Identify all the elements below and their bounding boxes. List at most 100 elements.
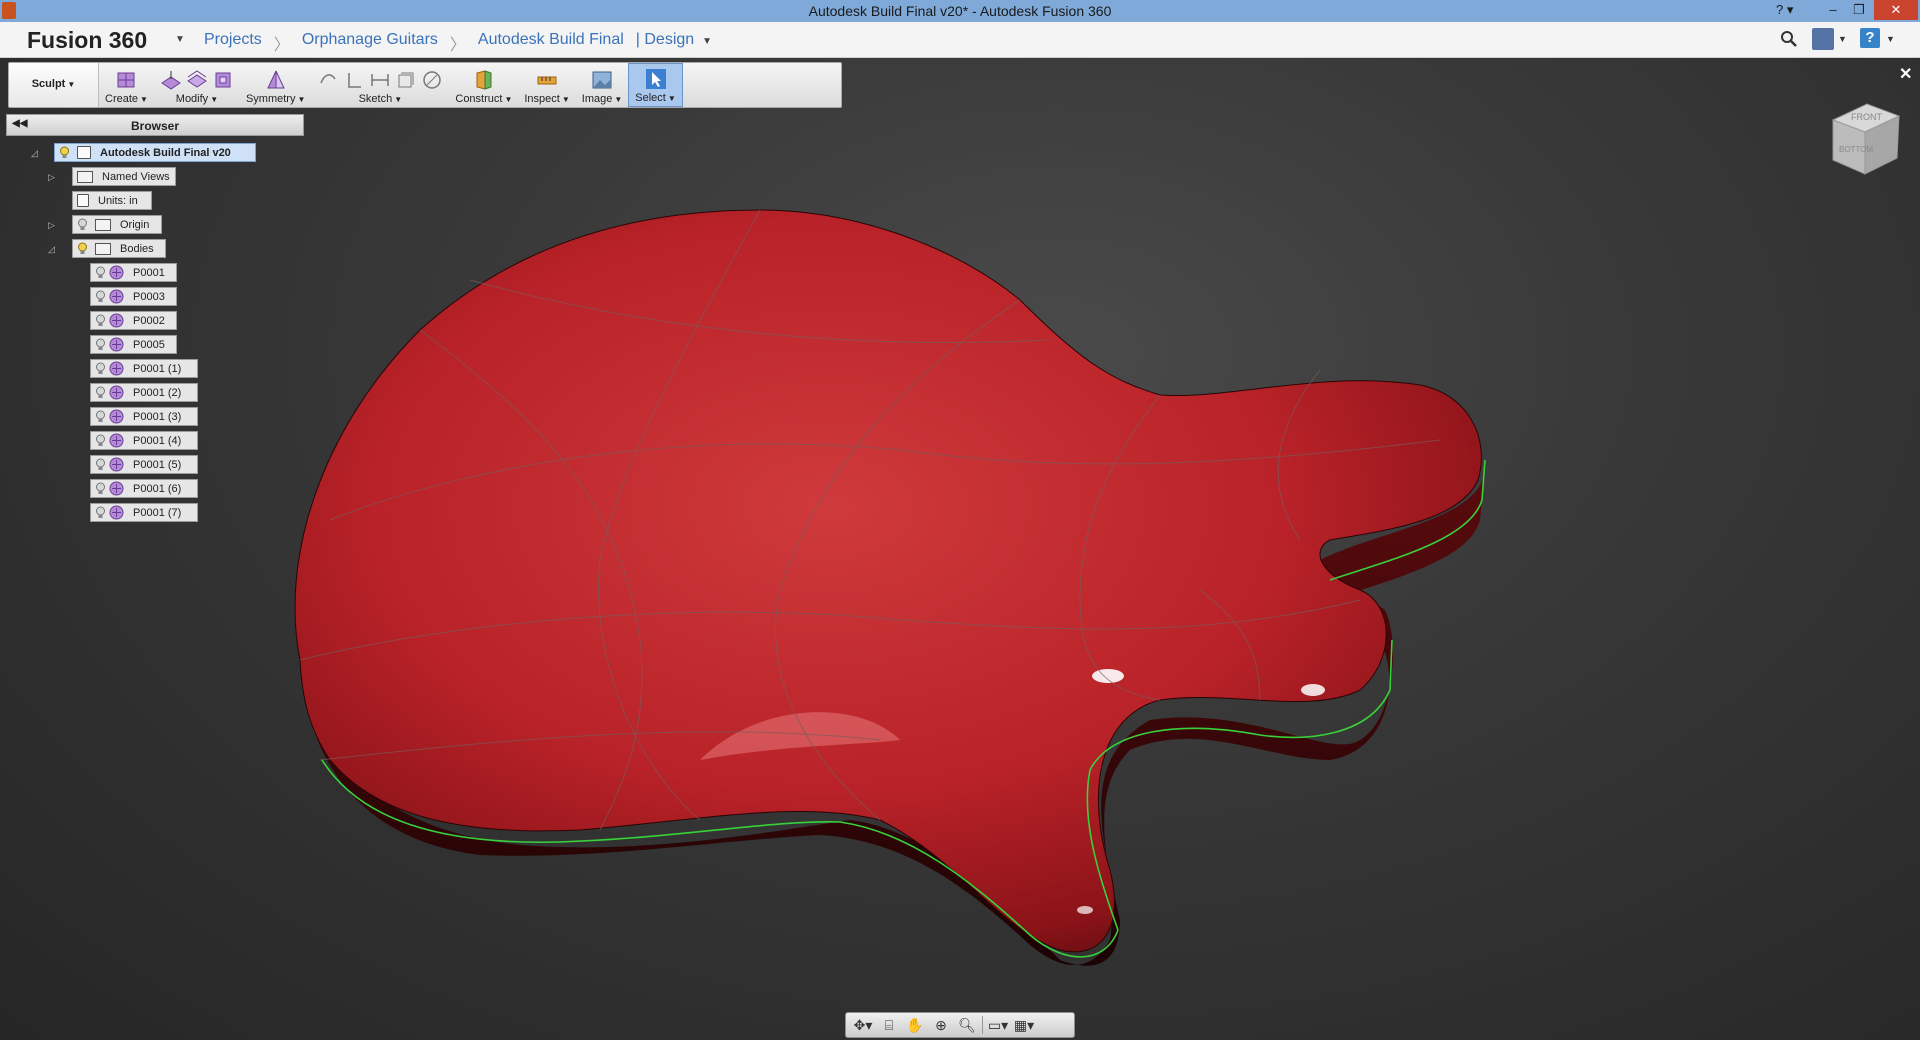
- viewcube-bottom-label: BOTTOM: [1839, 145, 1873, 154]
- guitar-body-model[interactable]: [0, 58, 1920, 1040]
- fit-icon[interactable]: 🔍︎: [956, 1017, 978, 1034]
- sketch-menu[interactable]: Sketch ▼: [311, 63, 449, 107]
- inspect-menu[interactable]: Inspect ▼: [518, 63, 575, 107]
- body-item-label: P0001 (6): [133, 482, 182, 495]
- look-at-icon[interactable]: ⌸: [878, 1017, 900, 1034]
- body-item-label: P0001 (7): [133, 506, 182, 519]
- data-panel-toggle[interactable]: ▼: [175, 34, 185, 45]
- tspline-body-icon: [109, 433, 124, 448]
- body-item[interactable]: P0001 (5): [90, 455, 198, 474]
- visibility-bulb-icon[interactable]: [77, 218, 88, 231]
- create-menu[interactable]: Create ▼: [99, 63, 154, 107]
- visibility-bulb-icon[interactable]: [95, 266, 106, 279]
- viewcube[interactable]: FRONT BOTTOM: [1825, 100, 1905, 180]
- tree-node-origin[interactable]: Origin: [72, 215, 162, 234]
- body-item[interactable]: P0001 (3): [90, 407, 198, 426]
- breadcrumb-document[interactable]: Autodesk Build Final: [478, 31, 624, 55]
- visibility-bulb-icon[interactable]: [95, 482, 106, 495]
- subdivide-icon: [215, 72, 231, 88]
- tspline-body-icon: [109, 265, 124, 280]
- tspline-body-icon: [109, 361, 124, 376]
- chevron-down-icon[interactable]: ▼: [1838, 34, 1847, 44]
- expand-named-views-icon[interactable]: ▷: [48, 172, 55, 183]
- visibility-bulb-icon[interactable]: [95, 314, 106, 327]
- breadcrumb-workspace[interactable]: | Design: [636, 31, 694, 55]
- title-help-button[interactable]: ? ▾: [1776, 2, 1793, 18]
- tree-node-units[interactable]: Units: in: [72, 191, 152, 210]
- expand-root-icon[interactable]: ◿: [31, 148, 38, 159]
- breadcrumb-project[interactable]: Orphanage Guitars: [302, 31, 438, 55]
- breadcrumb-projects[interactable]: Projects: [204, 31, 262, 55]
- chevron-down-icon[interactable]: ▼: [702, 36, 712, 55]
- body-item-label: P0001 (3): [133, 410, 182, 423]
- visibility-bulb-icon[interactable]: [95, 338, 106, 351]
- browser-title: Browser: [130, 119, 180, 133]
- body-item[interactable]: P0001 (4): [90, 431, 198, 450]
- chevron-down-icon[interactable]: ▼: [1886, 34, 1895, 44]
- body-item[interactable]: P0001: [90, 263, 177, 282]
- body-item[interactable]: P0001 (1): [90, 359, 198, 378]
- select-menu[interactable]: Select ▼: [628, 63, 683, 107]
- visibility-bulb-icon[interactable]: [95, 458, 106, 471]
- viewcube-front-label: FRONT: [1851, 112, 1882, 122]
- construct-menu[interactable]: Construct ▼: [449, 63, 518, 107]
- visibility-bulb-icon[interactable]: [95, 290, 106, 303]
- modify-menu[interactable]: Modify ▼: [154, 63, 240, 107]
- edit-form-icon: [161, 71, 181, 90]
- tree-node-bodies[interactable]: Bodies: [72, 239, 166, 258]
- visibility-bulb-icon[interactable]: [95, 506, 106, 519]
- document-settings-icon: [77, 194, 89, 207]
- search-icon[interactable]: [1780, 30, 1798, 48]
- close-window-button[interactable]: ✕: [1874, 0, 1918, 20]
- body-item-label: P0002: [133, 314, 165, 327]
- visibility-bulb-icon[interactable]: [95, 386, 106, 399]
- body-item[interactable]: P0002: [90, 311, 177, 330]
- tree-root-document[interactable]: Autodesk Build Final v20: [54, 143, 256, 162]
- image-menu[interactable]: Image ▼: [576, 63, 629, 107]
- restore-button[interactable]: ❐: [1846, 0, 1872, 20]
- user-avatar[interactable]: [1812, 28, 1834, 50]
- orbit-icon[interactable]: ✥▾: [852, 1017, 874, 1034]
- body-item-label: P0001: [133, 266, 165, 279]
- body-item[interactable]: P0001 (6): [90, 479, 198, 498]
- visibility-bulb-icon[interactable]: [95, 362, 106, 375]
- body-item-label: P0001 (5): [133, 458, 182, 471]
- visibility-bulb-icon[interactable]: [95, 410, 106, 423]
- body-item[interactable]: P0003: [90, 287, 177, 306]
- tspline-body-icon: [109, 385, 124, 400]
- sketch-dimension-icon: [371, 74, 390, 86]
- measure-icon: [537, 76, 557, 85]
- tree-node-named-views[interactable]: Named Views: [72, 167, 176, 186]
- cursor-icon: [645, 69, 666, 89]
- collapse-bodies-icon[interactable]: ◿: [48, 244, 55, 255]
- expand-origin-icon[interactable]: ▷: [48, 220, 55, 231]
- breadcrumb-separator-icon: 〉: [273, 37, 290, 54]
- pan-icon[interactable]: ✋: [904, 1017, 926, 1034]
- grid-settings-icon[interactable]: ▦▾: [1013, 1017, 1035, 1034]
- visibility-bulb-icon[interactable]: [59, 146, 70, 159]
- help-icon[interactable]: ?: [1860, 28, 1880, 48]
- component-icon: [77, 146, 91, 159]
- folder-icon: [77, 170, 93, 183]
- 3d-viewport[interactable]: [0, 58, 1920, 1040]
- close-viewport-icon[interactable]: ✕: [1899, 64, 1912, 84]
- tspline-body-icon: [109, 505, 124, 520]
- display-settings-icon[interactable]: ▭▾: [987, 1017, 1009, 1034]
- zoom-icon[interactable]: ⊕: [930, 1017, 952, 1034]
- workspace-switcher[interactable]: Sculpt ▼: [9, 63, 99, 107]
- minimize-button[interactable]: –: [1820, 0, 1846, 20]
- visibility-bulb-icon[interactable]: [95, 434, 106, 447]
- visibility-bulb-icon[interactable]: [77, 242, 88, 255]
- tspline-body-icon: [109, 457, 124, 472]
- tspline-body-icon: [109, 409, 124, 424]
- line-icon: [320, 74, 336, 84]
- body-item[interactable]: P0001 (7): [90, 503, 198, 522]
- symmetry-menu[interactable]: Symmetry ▼: [240, 63, 311, 107]
- app-brand: Fusion 360: [27, 27, 148, 53]
- dimension-icon: [348, 73, 362, 88]
- body-item[interactable]: P0005: [90, 335, 177, 354]
- tspline-body-icon: [109, 289, 124, 304]
- body-item[interactable]: P0001 (2): [90, 383, 198, 402]
- tspline-body-icon: [109, 313, 124, 328]
- browser-panel-header: ◀◀ Browser: [6, 114, 304, 136]
